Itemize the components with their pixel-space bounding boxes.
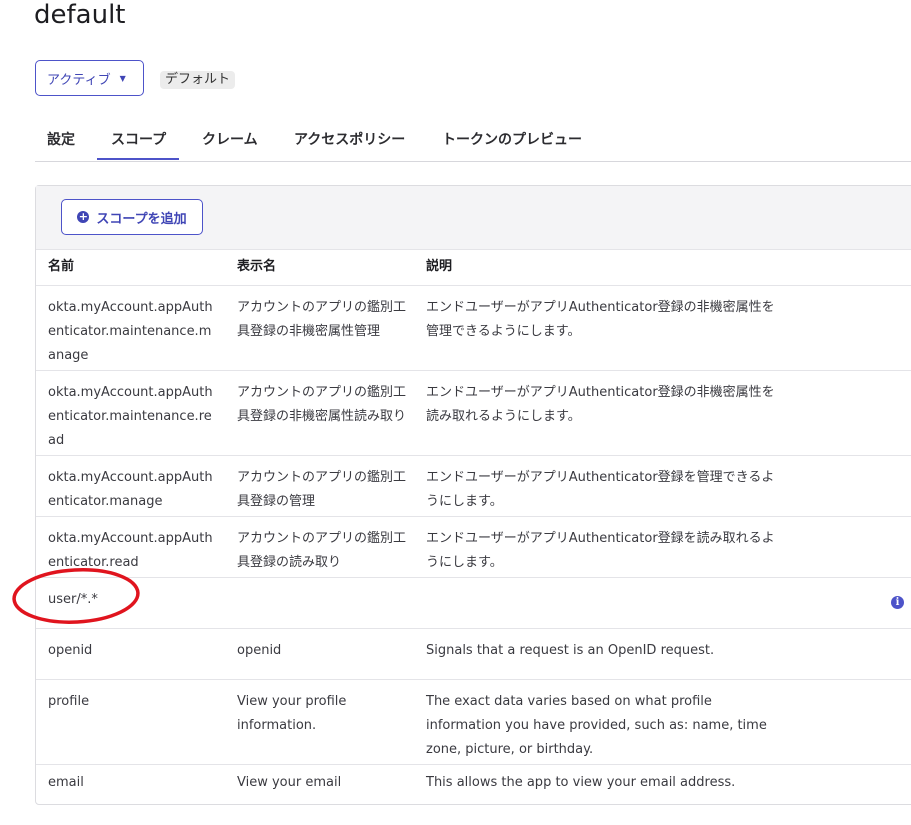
scope-display-name: アカウントのアプリの鑑別工具登録の非機密属性管理 bbox=[237, 300, 407, 339]
page-title: default bbox=[34, 0, 126, 30]
tab-claims[interactable]: クレーム bbox=[202, 129, 258, 149]
table-row[interactable]: email View your email This allows the ap… bbox=[36, 765, 911, 825]
info-icon[interactable]: i bbox=[891, 596, 904, 609]
scope-description: Signals that a request is an OpenID requ… bbox=[426, 643, 715, 658]
scope-display-name: View your profile information. bbox=[237, 694, 347, 733]
scope-name: openid bbox=[48, 643, 93, 658]
header-description: 説明 bbox=[426, 259, 453, 274]
scope-display-name: アカウントのアプリの鑑別工具登録の非機密属性読み取り bbox=[237, 385, 407, 424]
scope-description: エンドユーザーがアプリAuthenticator登録の非機密属性を読み取れるよう… bbox=[426, 385, 775, 424]
panel-toolbar: + スコープを追加 bbox=[36, 186, 911, 250]
scope-name: profile bbox=[48, 694, 90, 709]
table-header: 名前 表示名 説明 bbox=[36, 249, 911, 286]
status-label: アクティブ bbox=[47, 72, 111, 88]
scope-display-name: アカウントのアプリの鑑別工具登録の読み取り bbox=[237, 531, 407, 570]
scope-name: okta.myAccount.appAuthenticator.read bbox=[48, 531, 213, 570]
header-name: 名前 bbox=[48, 259, 75, 274]
plus-circle-icon: + bbox=[77, 210, 90, 223]
scope-display-name: アカウントのアプリの鑑別工具登録の管理 bbox=[237, 470, 407, 509]
scope-description: エンドユーザーがアプリAuthenticator登録を管理できるようにします。 bbox=[426, 470, 775, 509]
tab-scopes[interactable]: スコープ bbox=[96, 129, 180, 160]
table-row[interactable]: okta.myAccount.appAuthenticator.read アカウ… bbox=[36, 517, 911, 578]
tab-token-preview[interactable]: トークンのプレビュー bbox=[442, 129, 582, 149]
status-dropdown[interactable]: アクティブ ▼ bbox=[35, 60, 144, 96]
table-row[interactable]: okta.myAccount.appAuthenticator.manage ア… bbox=[36, 456, 911, 517]
table-row[interactable]: okta.myAccount.appAuthenticator.maintena… bbox=[36, 286, 911, 371]
scope-display-name: View your email bbox=[237, 775, 342, 790]
scope-description: The exact data varies based on what prof… bbox=[426, 694, 767, 757]
tab-access-policies[interactable]: アクセスポリシー bbox=[294, 129, 405, 149]
scope-name: user/*.* bbox=[48, 592, 98, 607]
scope-name: okta.myAccount.appAuthenticator.manage bbox=[48, 470, 213, 509]
table-row[interactable]: user/*.* i bbox=[36, 578, 911, 629]
scope-name: okta.myAccount.appAuthenticator.maintena… bbox=[48, 385, 213, 448]
default-badge: デフォルト bbox=[160, 71, 236, 89]
caret-down-icon: ▼ bbox=[119, 73, 126, 83]
tab-bar: 設定 スコープ クレーム アクセスポリシー トークンのプレビュー bbox=[35, 118, 911, 162]
table-row[interactable]: openid openid Signals that a request is … bbox=[36, 629, 911, 680]
table-row[interactable]: okta.myAccount.appAuthenticator.maintena… bbox=[36, 371, 911, 456]
scope-display-name: openid bbox=[237, 643, 282, 658]
add-scope-button[interactable]: + スコープを追加 bbox=[61, 199, 203, 235]
header-display-name: 表示名 bbox=[237, 259, 277, 274]
scope-name: email bbox=[48, 775, 84, 790]
add-scope-label: スコープを追加 bbox=[96, 211, 187, 227]
scope-name: okta.myAccount.appAuthenticator.maintena… bbox=[48, 300, 213, 363]
scope-description: エンドユーザーがアプリAuthenticator登録を読み取れるようにします。 bbox=[426, 531, 775, 570]
scopes-panel: + スコープを追加 名前 表示名 説明 okta.myAccount.appAu… bbox=[35, 185, 911, 805]
scope-description: This allows the app to view your email a… bbox=[426, 775, 736, 790]
table-row[interactable]: profile View your profile information. T… bbox=[36, 680, 911, 765]
tab-settings[interactable]: 設定 bbox=[47, 129, 75, 149]
scope-description: エンドユーザーがアプリAuthenticator登録の非機密属性を管理できるよう… bbox=[426, 300, 775, 339]
